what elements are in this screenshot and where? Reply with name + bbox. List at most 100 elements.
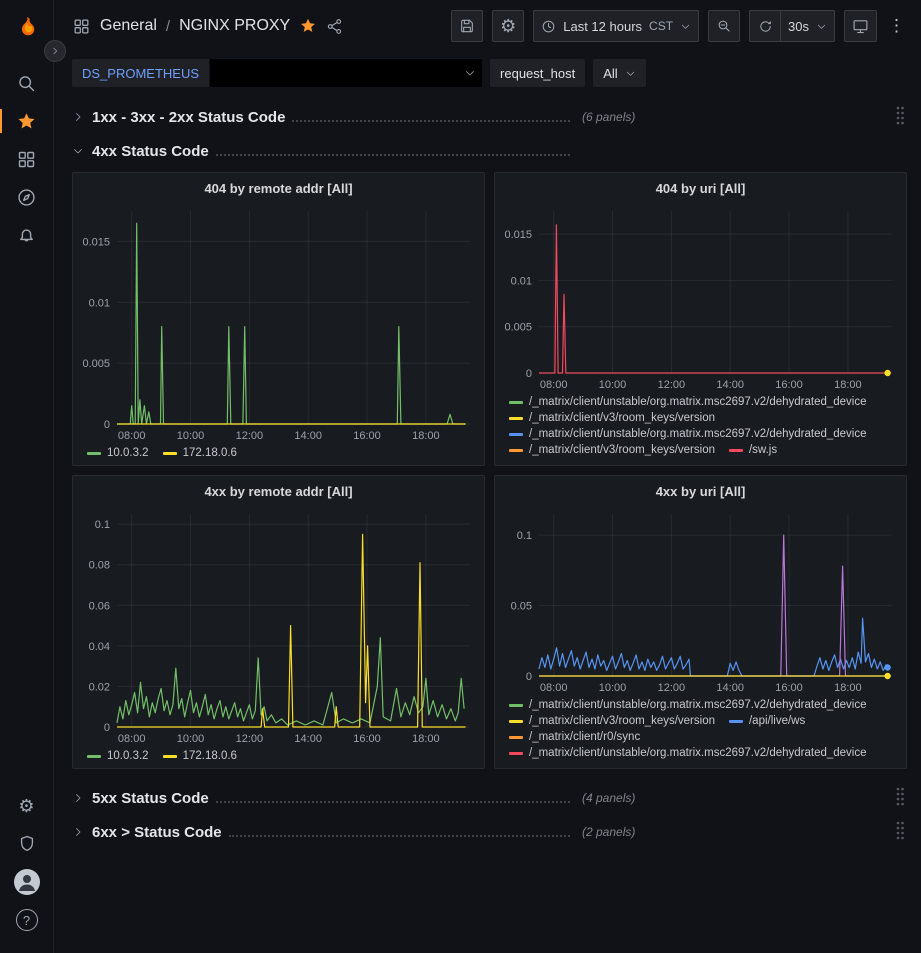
panel-title[interactable]: 404 by uri [All] [495,173,906,203]
legend-item[interactable]: /_matrix/client/unstable/org.matrix.msc2… [509,747,867,759]
chart-canvas: 00.0050.010.01508:0010:0012:0014:0016:00… [495,203,906,393]
legend-label: /_matrix/client/unstable/org.matrix.msc2… [529,396,867,408]
topbar-actions: ⚙ Last 12 hours CST [451,10,907,42]
row-title: 1xx - 3xx - 2xx Status Code [92,109,285,126]
request-host-variable-value[interactable]: All [593,59,645,87]
dashboard-settings-button[interactable]: ⚙ [492,10,524,42]
legend-item[interactable]: /sw.js [729,444,777,456]
dashboard-title[interactable]: NGINX PROXY [179,17,290,35]
legend-item[interactable]: /_matrix/client/v3/room_keys/version [509,715,715,727]
refresh-interval-label: 30s [788,19,809,34]
svg-text:0.04: 0.04 [89,641,110,653]
legend-item[interactable]: /api/live/ws [729,715,805,727]
refresh-interval-dropdown[interactable]: 30s [781,10,835,42]
timeseries-chart[interactable]: 00.020.040.060.080.108:0010:0012:0014:00… [73,506,484,747]
sidebar-item-server-admin[interactable] [0,825,54,863]
panel-title[interactable]: 4xx by uri [All] [495,476,906,506]
legend-item[interactable]: /_matrix/client/v3/room_keys/version [509,412,715,424]
legend-swatch [509,417,523,420]
chart-canvas: 00.0050.010.01508:0010:0012:0014:0016:00… [73,203,484,444]
legend-item[interactable]: /_matrix/client/unstable/org.matrix.msc2… [509,699,867,711]
request-host-variable-label[interactable]: request_host [490,59,585,87]
sidebar-item-starred[interactable] [0,102,54,140]
legend-item[interactable]: /_matrix/client/r0/sync [509,731,640,743]
chart-legend: /_matrix/client/unstable/org.matrix.msc2… [495,696,906,768]
sidebar-item-explore[interactable] [0,178,54,216]
variable-request-host-value: All [593,59,645,87]
row-header-6xx[interactable]: 6xx > Status Code (2 panels) [72,817,907,847]
legend-item[interactable]: 172.18.0.6 [163,750,237,762]
chevron-down-icon [72,145,84,157]
svg-text:0.1: 0.1 [517,530,532,542]
svg-text:08:00: 08:00 [118,733,146,745]
row-drag-handle[interactable] [893,818,907,847]
svg-text:0: 0 [526,671,532,683]
legend-swatch [509,736,523,739]
svg-text:16:00: 16:00 [775,379,803,391]
share-icon[interactable] [326,18,343,35]
sidebar-item-configuration[interactable]: ⚙ [0,787,54,825]
datasource-variable-label[interactable]: DS_PROMETHEUS [72,59,209,87]
row-title-wrap: 4xx Status Code [92,143,570,160]
more-options-button[interactable]: ⋮ [886,10,907,42]
row-header-1xx-3xx-2xx[interactable]: 1xx - 3xx - 2xx Status Code (6 panels) [72,102,907,132]
legend-item[interactable]: 172.18.0.6 [163,447,237,459]
timeseries-chart[interactable]: 00.0050.010.01508:0010:0012:0014:0016:00… [73,203,484,444]
svg-text:10:00: 10:00 [177,430,205,442]
legend-item[interactable]: /_matrix/client/v3/room_keys/version [509,444,715,456]
legend-label: /_matrix/client/unstable/org.matrix.msc2… [529,699,867,711]
row-drag-handle[interactable] [893,103,907,132]
sidebar-item-dashboards[interactable] [0,140,54,178]
timeseries-chart[interactable]: 00.050.108:0010:0012:0014:0016:0018:00 [495,506,906,696]
datasource-variable-value[interactable] [210,59,482,87]
zoom-out-button[interactable] [708,10,740,42]
legend-label: 172.18.0.6 [183,750,237,762]
legend-label: /api/live/ws [749,715,805,727]
variable-request-host: request_host [490,59,585,87]
row-header-4xx[interactable]: 4xx Status Code [72,136,907,166]
grafana-logo[interactable] [0,12,54,46]
legend-item[interactable]: 10.0.3.2 [87,447,149,459]
sidebar-item-alerting[interactable] [0,216,54,254]
svg-text:0: 0 [526,368,532,380]
svg-text:12:00: 12:00 [236,733,264,745]
sidebar-item-profile[interactable] [0,863,54,901]
sidebar-item-help[interactable]: ? [0,901,54,939]
legend-label: /_matrix/client/unstable/org.matrix.msc2… [529,428,867,440]
svg-text:14:00: 14:00 [294,430,322,442]
row-title-wrap: 1xx - 3xx - 2xx Status Code [92,109,570,126]
legend-item[interactable]: /_matrix/client/unstable/org.matrix.msc2… [509,428,867,440]
panel-title[interactable]: 404 by remote addr [All] [73,173,484,203]
panel-title[interactable]: 4xx by remote addr [All] [73,476,484,506]
sidebar-expand-button[interactable] [44,40,66,62]
timeseries-chart[interactable]: 00.0050.010.01508:0010:0012:0014:0016:00… [495,203,906,393]
row-title-wrap: 6xx > Status Code [92,824,570,841]
zoom-out-icon [716,18,732,34]
legend-label: /_matrix/client/v3/room_keys/version [529,412,715,424]
refresh-button[interactable] [749,10,781,42]
kiosk-mode-button[interactable] [844,10,877,42]
svg-text:0.015: 0.015 [504,229,532,241]
breadcrumb-folder[interactable]: General [100,17,157,35]
time-range-picker[interactable]: Last 12 hours CST [533,10,699,42]
legend-item[interactable]: 10.0.3.2 [87,750,149,762]
variable-datasource: DS_PROMETHEUS [72,59,482,87]
favorite-star-icon[interactable] [299,17,317,35]
svg-text:0.005: 0.005 [82,358,110,370]
grafana-flame-icon [13,15,41,43]
shield-icon [17,834,37,854]
row-drag-handle[interactable] [893,784,907,813]
svg-text:0.01: 0.01 [511,275,532,287]
refresh-icon [758,19,773,34]
legend-swatch [729,720,743,723]
svg-text:18:00: 18:00 [834,682,862,694]
sidebar-item-search[interactable] [0,64,54,102]
legend-item[interactable]: /_matrix/client/unstable/org.matrix.msc2… [509,396,867,408]
legend-label: /_matrix/client/v3/room_keys/version [529,715,715,727]
clock-icon [541,19,556,34]
main-area: General / NGINX PROXY [54,0,921,953]
svg-text:0.05: 0.05 [511,601,532,613]
row-header-5xx[interactable]: 5xx Status Code (4 panels) [72,783,907,813]
save-dashboard-button[interactable] [451,10,483,42]
gear-icon: ⚙ [500,17,516,35]
